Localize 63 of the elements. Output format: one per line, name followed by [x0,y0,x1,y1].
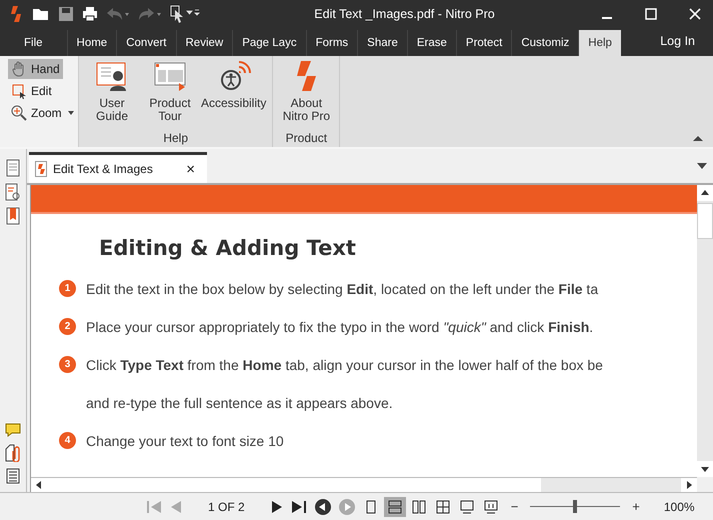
list-icon[interactable] [6,468,20,484]
next-page-icon[interactable] [270,500,283,514]
tool-button[interactable]: Edit [8,81,55,101]
page-number: 1 OF 2 [208,500,245,514]
monitor-icon [460,500,474,514]
collapse-ribbon-icon[interactable] [693,135,703,141]
ribbon-tab[interactable]: File [0,30,67,56]
zoom-in-button[interactable]: + [632,499,640,514]
scroll-thumb[interactable] [47,478,541,492]
step-number: 1 [59,280,76,297]
horizontal-scrollbar[interactable] [31,477,697,492]
scroll-left-icon[interactable] [31,478,47,492]
document-search-icon[interactable] [5,183,21,201]
back-icon[interactable] [314,498,331,514]
pdf-file-icon [35,161,47,177]
logo-icon [8,5,24,23]
scroll-thumb[interactable] [697,203,713,239]
save-icon[interactable] [58,6,74,22]
document-tab[interactable]: Edit Text & Images × [29,152,207,183]
group-label: Product [286,131,328,145]
edit-box-icon [11,83,27,99]
step-text: Click Type Text from the Home tab, align your cursor in the lower half of the box be [86,356,603,375]
attachment-icon[interactable] [5,444,21,462]
single-page-icon [364,500,378,514]
ribbon-button[interactable]: Product Tour [141,59,199,131]
ribbon-button[interactable]: About Nitro Pro [277,59,336,131]
step-text: Change your text to font size 10 [86,432,284,451]
view-mode-button[interactable] [384,496,406,516]
zoom-level: 100% [664,500,695,514]
login-button[interactable]: Log In [642,30,713,56]
page-heading: Editing & Adding Text [99,236,357,260]
step-number: 4 [59,432,76,449]
scroll-up-icon[interactable] [697,185,713,201]
scroll-right-icon[interactable] [681,478,697,492]
caret-icon [68,111,74,115]
tool-button[interactable]: Hand [8,59,63,79]
vertical-scrollbar[interactable] [697,185,713,477]
grid-icon [436,500,450,514]
zoom-out-button[interactable]: − [510,499,518,514]
bookmark-icon[interactable] [6,207,20,225]
print-icon[interactable] [82,6,98,22]
facing-pages-icon [412,500,426,514]
presentation-icon [484,500,498,514]
tool-button[interactable]: Zoom [8,103,77,123]
select-icon[interactable] [170,5,200,23]
folder-icon[interactable] [32,7,50,21]
comment-icon[interactable] [5,422,21,438]
ribbon-button[interactable]: Accessibility [199,59,268,131]
tab-menu-icon[interactable] [697,163,707,169]
step-text: Edit the text in the box below by selecting Edit, located on the left under the File ta [86,280,598,299]
zoom-icon [11,105,27,121]
last-page-icon[interactable] [290,500,307,514]
group-label: Help [163,131,188,145]
ribbon-button[interactable]: User Guide [83,59,141,131]
step-text: Place your cursor appropriately to fix the typo in the word "quick" and click Finish. [86,318,594,337]
step-number: 2 [59,318,76,335]
step-text: and re-type the full sentence as it appears above. [86,394,394,413]
ribbon-tab[interactable]: Help [578,30,621,56]
window-title: Edit Text _Images.pdf - Nitro Pro [313,7,496,21]
pages-icon[interactable] [6,159,20,177]
step-number: 3 [59,356,76,373]
scroll-down-icon[interactable] [697,461,713,477]
continuous-pages-icon [388,500,402,514]
